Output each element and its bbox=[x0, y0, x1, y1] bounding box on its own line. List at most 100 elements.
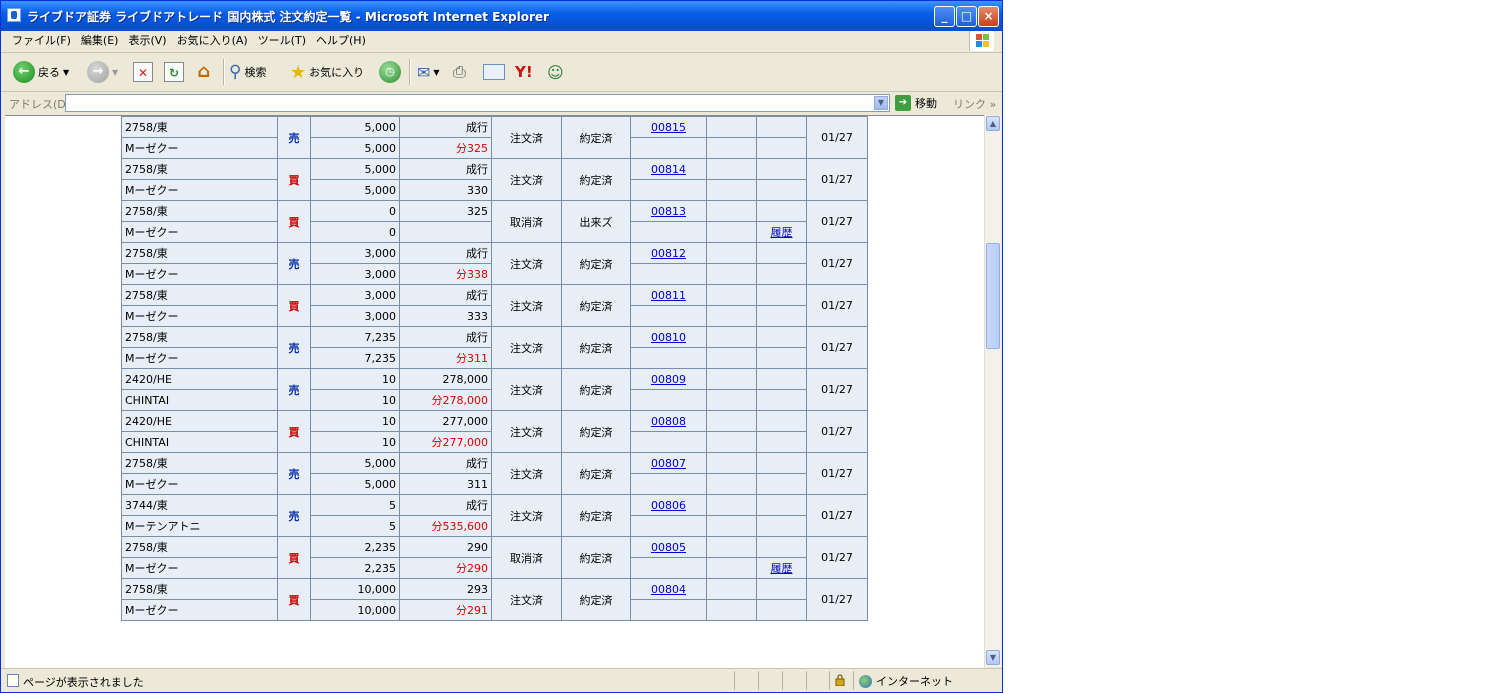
order-number-link[interactable]: 00804 bbox=[651, 583, 686, 596]
close-button[interactable]: × bbox=[978, 6, 999, 27]
order-number-link[interactable]: 00815 bbox=[651, 121, 686, 134]
maximize-button[interactable]: □ bbox=[956, 6, 977, 27]
back-button[interactable]: ← 戻る ▼ bbox=[13, 59, 69, 85]
exec-price-prefix: 分 bbox=[456, 562, 467, 575]
history-cell bbox=[756, 599, 807, 621]
exec-price-value: 311 bbox=[467, 477, 488, 491]
links-button[interactable]: リンク » bbox=[953, 96, 996, 112]
order-price-cell: 成行 bbox=[399, 326, 492, 348]
menu-help[interactable]: ヘルプ(H) bbox=[311, 31, 371, 51]
exec-price-value: 290 bbox=[467, 562, 488, 575]
order-date-cell: 01/27 bbox=[806, 536, 868, 579]
edit-button[interactable] bbox=[483, 59, 505, 85]
order-status-cell: 取消済 bbox=[491, 200, 562, 243]
search-button[interactable]: ⚲ 検索 bbox=[229, 59, 266, 85]
blank-cell bbox=[706, 284, 757, 306]
exec-status-cell: 約定済 bbox=[561, 326, 631, 369]
address-bar: アドレス(D) ▼ ➔ 移動 リンク » bbox=[1, 92, 1002, 114]
menu-favorites[interactable]: お気に入り(A) bbox=[172, 31, 253, 51]
security-zone[interactable]: インターネット bbox=[859, 673, 953, 689]
yahoo-button[interactable]: Y! bbox=[515, 59, 533, 85]
blank-cell bbox=[756, 200, 807, 222]
go-button[interactable]: ➔ 移動 bbox=[895, 95, 937, 111]
status-divider bbox=[806, 671, 807, 690]
messenger-button[interactable]: ☺ bbox=[547, 59, 564, 85]
mail-button[interactable]: ✉ ▼ bbox=[417, 59, 440, 85]
forward-button[interactable]: → ▼ bbox=[87, 59, 118, 85]
order-date-cell: 01/27 bbox=[806, 368, 868, 411]
order-table: 2758/東売 5,000 成行 注文済 約定済 00815 01/27 Mーゼクー 5,000… bbox=[121, 116, 868, 621]
blank-cell bbox=[706, 242, 757, 264]
title-bar[interactable]: ライブドア証券 ライブドアトレード 国内株式 注文約定一覧 - Microsof… bbox=[1, 1, 1002, 31]
order-number-link[interactable]: 00811 bbox=[651, 289, 686, 302]
address-dropdown-icon[interactable]: ▼ bbox=[874, 96, 888, 110]
exec-price-prefix: 分 bbox=[456, 142, 467, 155]
vertical-scrollbar[interactable]: ▲ ▼ bbox=[984, 115, 1001, 667]
blank-cell bbox=[706, 452, 757, 474]
order-price-cell: 成行 bbox=[399, 284, 492, 306]
stop-button[interactable]: ✕ bbox=[133, 59, 153, 85]
order-row-top: 2758/東売 3,000 成行 注文済 約定済 00812 01/27 bbox=[121, 242, 868, 285]
order-number-link[interactable]: 00812 bbox=[651, 247, 686, 260]
order-number-link[interactable]: 00814 bbox=[651, 163, 686, 176]
blank-cell bbox=[706, 137, 757, 159]
blank-cell bbox=[706, 221, 757, 243]
blank-cell bbox=[706, 473, 757, 495]
stock-code-cell: 2758/東 bbox=[121, 326, 278, 348]
refresh-button[interactable]: ↻ bbox=[164, 59, 184, 85]
minimize-button[interactable]: _ bbox=[934, 6, 955, 27]
menu-view[interactable]: 表示(V) bbox=[123, 31, 171, 51]
blank-cell bbox=[706, 494, 757, 516]
order-number-link[interactable]: 00810 bbox=[651, 331, 686, 344]
menu-edit[interactable]: 編集(E) bbox=[76, 31, 124, 51]
address-label: アドレス(D) bbox=[9, 98, 71, 111]
history-clock-icon: ◷ bbox=[379, 61, 401, 83]
exec-price-value: 277,000 bbox=[442, 436, 489, 449]
links-label: リンク bbox=[953, 98, 986, 111]
order-number-link[interactable]: 00809 bbox=[651, 373, 686, 386]
sell-side-badge: 売 bbox=[277, 116, 311, 159]
order-qty-cell: 2,235 bbox=[310, 536, 400, 558]
lock-icon bbox=[835, 674, 845, 687]
history-link[interactable]: 履歴 bbox=[771, 226, 793, 239]
exec-qty-cell: 2,235 bbox=[310, 557, 400, 579]
print-button[interactable]: ⎙ bbox=[453, 59, 466, 85]
home-button[interactable]: ⌂ bbox=[194, 59, 214, 85]
order-number-link[interactable]: 00813 bbox=[651, 205, 686, 218]
order-status-cell: 注文済 bbox=[491, 368, 562, 411]
history-link[interactable]: 履歴 bbox=[771, 562, 793, 575]
blank-cell bbox=[630, 557, 707, 579]
stock-code-cell: 2758/東 bbox=[121, 578, 278, 600]
order-number-link[interactable]: 00806 bbox=[651, 499, 686, 512]
order-number-link[interactable]: 00808 bbox=[651, 415, 686, 428]
history-cell: 履歴 bbox=[756, 221, 807, 243]
page-content: 2758/東売 5,000 成行 注文済 約定済 00815 01/27 Mーゼクー 5,000… bbox=[5, 115, 984, 668]
buy-side-badge: 買 bbox=[277, 578, 311, 621]
order-number-link[interactable]: 00807 bbox=[651, 457, 686, 470]
mail-dropdown-icon[interactable]: ▼ bbox=[433, 68, 439, 77]
blank-cell bbox=[630, 389, 707, 411]
back-dropdown-icon[interactable]: ▼ bbox=[63, 68, 69, 77]
back-label: 戻る bbox=[38, 66, 60, 79]
exec-status-cell: 約定済 bbox=[561, 242, 631, 285]
exec-qty-cell: 10,000 bbox=[310, 599, 400, 621]
history-button[interactable]: ◷ bbox=[379, 59, 401, 85]
order-date-cell: 01/27 bbox=[806, 452, 868, 495]
stock-code-cell: 2758/東 bbox=[121, 200, 278, 222]
blank-cell bbox=[756, 494, 807, 516]
ie-page-icon bbox=[7, 8, 21, 22]
menu-tools[interactable]: ツール(T) bbox=[253, 31, 311, 51]
scroll-down-icon[interactable]: ▼ bbox=[986, 650, 1000, 665]
menu-file[interactable]: ファイル(F) bbox=[7, 31, 76, 51]
address-input[interactable]: ▼ bbox=[65, 94, 890, 112]
toolbar-separator bbox=[223, 59, 225, 85]
order-number-link[interactable]: 00805 bbox=[651, 541, 686, 554]
blank-cell bbox=[756, 410, 807, 432]
forward-dropdown-icon[interactable]: ▼ bbox=[112, 68, 118, 77]
toolbar-separator bbox=[409, 59, 411, 85]
blank-cell bbox=[706, 578, 757, 600]
scroll-thumb[interactable] bbox=[986, 243, 1000, 349]
mail-icon: ✉ bbox=[417, 62, 431, 82]
scroll-up-icon[interactable]: ▲ bbox=[986, 116, 1000, 131]
favorites-button[interactable]: ★ お気に入り bbox=[290, 59, 364, 85]
